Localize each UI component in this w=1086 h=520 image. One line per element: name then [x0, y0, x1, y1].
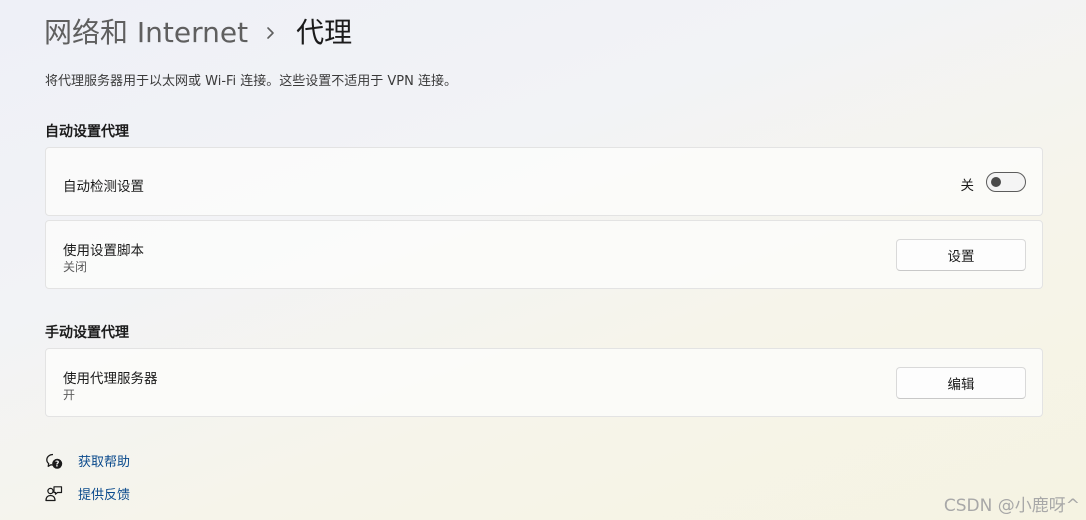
- setup-script-status: 关闭: [63, 260, 88, 274]
- page-title: 代理: [296, 16, 353, 49]
- setup-script-label: 使用设置脚本: [63, 243, 144, 259]
- edit-proxy-button[interactable]: 编辑: [896, 367, 1026, 399]
- auto-detect-label: 自动检测设置: [63, 179, 144, 195]
- setup-script-card: 使用设置脚本 关闭 设置: [45, 220, 1043, 289]
- toggle-knob: [991, 177, 1001, 187]
- get-help-link[interactable]: 获取帮助: [78, 451, 130, 470]
- page-description: 将代理服务器用于以太网或 Wi-Fi 连接。这些设置不适用于 VPN 连接。: [45, 74, 458, 89]
- section-title-auto-proxy: 自动设置代理: [45, 124, 129, 140]
- help-chat-icon: ?: [45, 452, 63, 470]
- chevron-right-icon: [266, 14, 280, 52]
- proxy-server-label: 使用代理服务器: [63, 371, 158, 387]
- feedback-person-icon: [45, 485, 63, 503]
- auto-detect-toggle[interactable]: [986, 172, 1026, 192]
- breadcrumb-parent-link[interactable]: 网络和 Internet: [44, 14, 248, 52]
- give-feedback-link-row[interactable]: 提供反馈: [45, 484, 130, 503]
- setup-script-button[interactable]: 设置: [896, 239, 1026, 271]
- proxy-server-status: 开: [63, 388, 76, 402]
- watermark: CSDN @小鹿呀^: [943, 496, 1080, 516]
- proxy-server-card: 使用代理服务器 开 编辑: [45, 348, 1043, 417]
- get-help-link-row[interactable]: ? 获取帮助: [45, 451, 130, 470]
- svg-text:?: ?: [55, 459, 59, 468]
- toggle-state-label: 关: [960, 178, 975, 194]
- section-title-manual-proxy: 手动设置代理: [45, 325, 129, 341]
- give-feedback-link[interactable]: 提供反馈: [78, 484, 130, 503]
- auto-detect-settings-card: 自动检测设置 关: [45, 147, 1043, 216]
- breadcrumb: 网络和 Internet 代理: [44, 14, 352, 52]
